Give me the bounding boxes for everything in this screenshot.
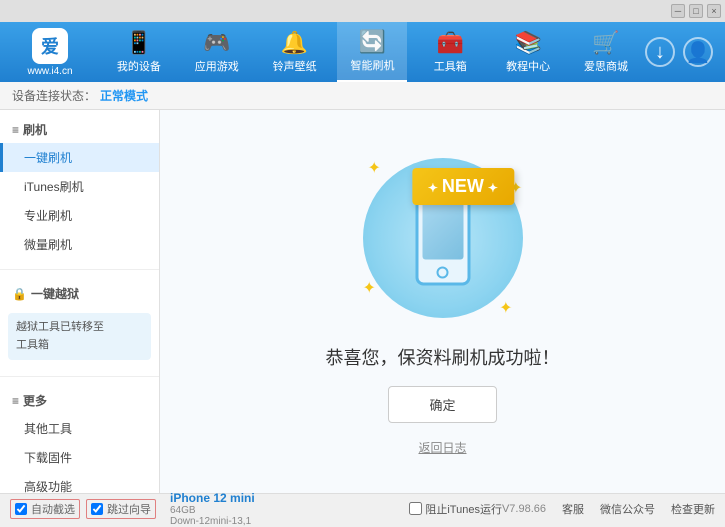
title-bar-buttons: ─ □ × bbox=[671, 4, 721, 18]
jailbreak-section-label: 一键越狱 bbox=[31, 285, 79, 302]
auto-start-label: 自动截选 bbox=[31, 501, 75, 517]
more-section-icon: ≡ bbox=[12, 394, 19, 408]
go-home-link[interactable]: 返回日志 bbox=[418, 439, 466, 456]
my-device-label: 我的设备 bbox=[117, 58, 161, 74]
nav-item-store[interactable]: 🛒 爱思商城 bbox=[571, 22, 641, 82]
ringtone-icon: 🔔 bbox=[281, 30, 308, 56]
toolbox-label: 工具箱 bbox=[434, 58, 467, 74]
version-text: V7.98.66 bbox=[502, 503, 546, 515]
smart-flash-icon: 🔄 bbox=[359, 29, 386, 55]
phone-home bbox=[437, 266, 449, 278]
app-game-label: 应用游戏 bbox=[195, 58, 239, 74]
skip-wizard-checkbox-area: 跳过向导 bbox=[86, 499, 156, 519]
logo-area: 爱 www.i4.cn bbox=[0, 28, 100, 77]
sidebar-item-one-key-flash[interactable]: 一键刷机 bbox=[0, 143, 159, 172]
skip-wizard-checkbox[interactable] bbox=[91, 503, 103, 515]
stop-itunes-label: 阻止iTunes运行 bbox=[425, 501, 502, 517]
sparkle-1: ✦ bbox=[368, 158, 381, 178]
content-area: NEW ✦ ✦ ✦ ✦ 恭喜您，保资料刷机成功啦！ 确定 返回日志 bbox=[160, 110, 725, 493]
phone-screen bbox=[422, 201, 463, 259]
device-model: Down-12mini-13,1 bbox=[170, 516, 255, 527]
more-section-title: ≡ 更多 bbox=[0, 387, 159, 414]
nav-item-my-device[interactable]: 📱 我的设备 bbox=[104, 22, 174, 82]
jailbreak-info-text: 越狱工具已转移至 工具箱 bbox=[16, 321, 104, 351]
check-update-link[interactable]: 检查更新 bbox=[671, 501, 715, 517]
flash-section-title: ≡ 刷机 bbox=[0, 116, 159, 143]
status-label: 设备连接状态： bbox=[12, 87, 96, 104]
app-game-icon: 🎮 bbox=[203, 30, 230, 56]
device-storage: 64GB bbox=[170, 505, 255, 516]
sidebar: ≡ 刷机 一键刷机 iTunes刷机 专业刷机 微量刷机 🔒 一键越狱 bbox=[0, 110, 160, 493]
sidebar-item-save-flash[interactable]: 微量刷机 bbox=[0, 230, 159, 259]
sparkle-4: ✦ bbox=[499, 298, 512, 318]
my-device-icon: 📱 bbox=[125, 30, 152, 56]
status-bar: 设备连接状态： 正常模式 bbox=[0, 82, 725, 110]
bottom-bar: 自动截选 跳过向导 iPhone 12 mini 64GB Down-12min… bbox=[0, 493, 725, 523]
minimize-button[interactable]: ─ bbox=[671, 4, 685, 18]
maximize-button[interactable]: □ bbox=[689, 4, 703, 18]
more-section-label: 更多 bbox=[23, 392, 47, 409]
customer-service-link[interactable]: 客服 bbox=[562, 501, 584, 517]
phone-illustration: NEW ✦ ✦ ✦ ✦ bbox=[353, 148, 533, 328]
download-button[interactable]: ↓ bbox=[645, 37, 675, 67]
celebration-area: NEW ✦ ✦ ✦ ✦ 恭喜您，保资料刷机成功啦！ 确定 返回日志 bbox=[326, 148, 560, 456]
auto-start-checkbox[interactable] bbox=[15, 503, 27, 515]
logo-icon: 爱 bbox=[32, 28, 68, 64]
nav-item-ringtone[interactable]: 🔔 铃声壁纸 bbox=[260, 22, 330, 82]
skip-wizard-label: 跳过向导 bbox=[107, 501, 151, 517]
flash-section-label: 刷机 bbox=[23, 121, 47, 138]
device-info: iPhone 12 mini 64GB Down-12mini-13,1 bbox=[170, 491, 255, 527]
nav-item-smart-flash[interactable]: 🔄 智能刷机 bbox=[337, 22, 407, 82]
nav-item-toolbox[interactable]: 🧰 工具箱 bbox=[415, 22, 485, 82]
store-icon: 🛒 bbox=[592, 30, 619, 56]
confirm-button[interactable]: 确定 bbox=[388, 386, 496, 423]
bottom-left: 自动截选 跳过向导 iPhone 12 mini 64GB Down-12min… bbox=[10, 491, 409, 527]
toolbox-icon: 🧰 bbox=[437, 30, 464, 56]
sidebar-item-other-tools[interactable]: 其他工具 bbox=[0, 414, 159, 443]
wechat-link[interactable]: 微信公众号 bbox=[600, 501, 655, 517]
sidebar-item-download-firmware[interactable]: 下载固件 bbox=[0, 443, 159, 472]
sidebar-item-pro-flash[interactable]: 专业刷机 bbox=[0, 201, 159, 230]
nav-bar: 爱 www.i4.cn 📱 我的设备 🎮 应用游戏 🔔 铃声壁纸 🔄 智能刷机 … bbox=[0, 22, 725, 82]
more-section: ≡ 更多 其他工具 下载固件 高级功能 bbox=[0, 381, 159, 493]
tutorial-label: 教程中心 bbox=[506, 58, 550, 74]
divider-2 bbox=[0, 376, 159, 377]
nav-items: 📱 我的设备 🎮 应用游戏 🔔 铃声壁纸 🔄 智能刷机 🧰 工具箱 📚 教程中心… bbox=[100, 22, 645, 82]
flash-section: ≡ 刷机 一键刷机 iTunes刷机 专业刷机 微量刷机 bbox=[0, 110, 159, 265]
sparkle-3: ✦ bbox=[363, 278, 376, 298]
new-badge: NEW bbox=[412, 168, 514, 205]
lock-icon: 🔒 bbox=[12, 287, 27, 301]
nav-right: ↓ 👤 bbox=[645, 37, 725, 67]
smart-flash-label: 智能刷机 bbox=[350, 57, 394, 73]
success-text: 恭喜您，保资料刷机成功啦！ bbox=[326, 344, 560, 370]
nav-item-tutorial[interactable]: 📚 教程中心 bbox=[493, 22, 563, 82]
main-layout: ≡ 刷机 一键刷机 iTunes刷机 专业刷机 微量刷机 🔒 一键越狱 bbox=[0, 110, 725, 493]
logo-text: www.i4.cn bbox=[27, 66, 72, 77]
jailbreak-section: 🔒 一键越狱 越狱工具已转移至 工具箱 bbox=[0, 274, 159, 372]
bottom-right: V7.98.66 客服 微信公众号 检查更新 bbox=[502, 501, 715, 517]
title-bar: ─ □ × bbox=[0, 0, 725, 22]
jailbreak-section-title: 🔒 一键越狱 bbox=[0, 280, 159, 307]
divider-1 bbox=[0, 269, 159, 270]
store-label: 爱思商城 bbox=[584, 58, 628, 74]
stop-itunes-area: 阻止iTunes运行 bbox=[409, 501, 502, 517]
nav-item-app-game[interactable]: 🎮 应用游戏 bbox=[182, 22, 252, 82]
close-button[interactable]: × bbox=[707, 4, 721, 18]
auto-start-checkbox-area: 自动截选 bbox=[10, 499, 80, 519]
flash-section-icon: ≡ bbox=[12, 123, 19, 137]
stop-itunes-checkbox[interactable] bbox=[409, 502, 422, 515]
status-value: 正常模式 bbox=[100, 87, 148, 104]
sidebar-item-itunes-flash[interactable]: iTunes刷机 bbox=[0, 172, 159, 201]
user-button[interactable]: 👤 bbox=[683, 37, 713, 67]
jailbreak-info-box: 越狱工具已转移至 工具箱 bbox=[8, 313, 151, 360]
ringtone-label: 铃声壁纸 bbox=[273, 58, 317, 74]
tutorial-icon: 📚 bbox=[514, 30, 541, 56]
